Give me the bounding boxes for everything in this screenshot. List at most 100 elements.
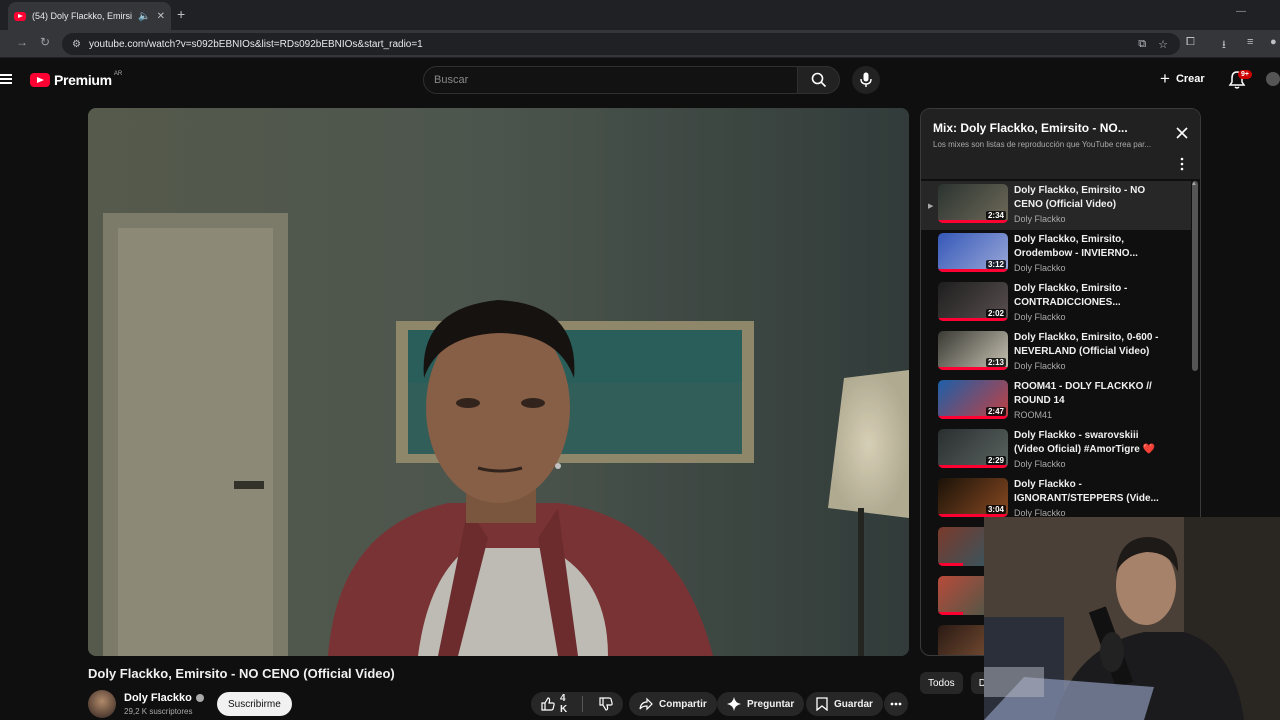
create-button[interactable]: + Crear <box>1160 70 1205 87</box>
like-button[interactable]: 4 K <box>531 692 576 716</box>
like-count: 4 K <box>560 693 568 715</box>
youtube-premium-logo[interactable]: Premium AR <box>30 71 123 88</box>
playlist-title[interactable]: Mix: Doly Flackko, Emirsito - NO... <box>933 121 1128 135</box>
channel-name-text: Doly Flackko <box>124 692 192 704</box>
playlist-item[interactable]: 2:29 Doly Flackko - swarovskiii (Video Of… <box>921 426 1191 475</box>
bookmark-icon <box>816 697 828 711</box>
playlist-item-channel: Doly Flackko <box>1014 459 1066 469</box>
playlist-item-channel: Doly Flackko <box>1014 361 1066 371</box>
reload-icon[interactable]: ↻ <box>40 35 50 49</box>
duration-badge: 2:34 <box>985 211 1006 220</box>
profile-icon[interactable]: ● <box>1270 36 1277 48</box>
tab-title: (54) Doly Flackko, Emirsito <box>32 11 133 21</box>
playlist-item-info: Doly Flackko, Emirsito, Orodembow - INVI… <box>1014 233 1164 273</box>
youtube-header: Premium AR + Crear <box>0 58 1280 102</box>
playlist-item[interactable]: 2:02 Doly Flackko, Emirsito - CONTRADICCI… <box>921 279 1191 328</box>
video-title: Doly Flackko, Emirsito - NO CENO (Offici… <box>88 666 395 681</box>
playlist-thumbnail[interactable]: 2:34 <box>938 184 1008 223</box>
playlist-item-title: ROOM41 - DOLY FLACKKO // ROUND 14 <box>1014 381 1152 406</box>
thumbs-down-icon <box>599 697 613 711</box>
playlist-thumbnail[interactable]: 2:13 <box>938 331 1008 370</box>
playlist-item[interactable]: 2:47 ROOM41 - DOLY FLACKKO // ROUND 14 ROO… <box>921 377 1191 426</box>
video-player[interactable] <box>88 108 909 656</box>
watch-progress-bar <box>938 318 1008 321</box>
youtube-favicon-icon <box>14 11 26 21</box>
search-icon <box>811 72 826 88</box>
more-horizontal-icon <box>890 702 902 706</box>
watch-progress-bar <box>938 416 1008 419</box>
playlist-item-info: Doly Flackko - swarovskiii (Video Oficia… <box>1014 429 1164 469</box>
share-icon <box>639 697 653 711</box>
site-info-icon[interactable]: ⚙ <box>72 39 81 50</box>
subscriber-count: 29,2 K suscriptores <box>124 707 193 716</box>
playlist-item-channel: Doly Flackko <box>1014 263 1066 273</box>
new-tab-icon[interactable]: + <box>177 6 185 22</box>
share-label: Compartir <box>659 698 707 710</box>
speaker-icon[interactable]: 🔈 <box>138 11 150 22</box>
dislike-button[interactable] <box>589 692 623 716</box>
playlist-thumbnail[interactable]: 3:12 <box>938 233 1008 272</box>
filter-chips: Todos D <box>920 672 994 694</box>
download-icon[interactable]: ⭳ <box>1222 36 1226 55</box>
region-code: AR <box>113 71 123 77</box>
webcam-image <box>984 517 1280 720</box>
sparkle-icon <box>727 697 741 711</box>
watch-progress-bar <box>938 465 1008 468</box>
duration-badge: 2:47 <box>985 407 1006 416</box>
playlist-item-info: Doly Flackko, Emirsito, 0-600 - NEVERLAN… <box>1014 331 1164 371</box>
playlist-item[interactable]: ▶ 2:34 Doly Flackko, Emirsito - NO CENO (O… <box>921 181 1191 230</box>
address-bar[interactable]: ⚙ youtube.com/watch?v=s092bEBNIOs&list=R… <box>62 33 1180 55</box>
webcam-overlay <box>984 517 1280 720</box>
create-label: Crear <box>1175 72 1205 85</box>
account-avatar[interactable] <box>1266 72 1280 86</box>
voice-search-button[interactable] <box>852 66 880 94</box>
browser-tab-bar: (54) Doly Flackko, Emirsito 🔈 ✕ + — <box>0 0 1280 30</box>
search-button[interactable] <box>797 66 840 94</box>
playlist-thumbnail[interactable]: 2:29 <box>938 429 1008 468</box>
close-playlist-icon[interactable] <box>1175 126 1189 140</box>
minimize-icon[interactable]: — <box>1236 6 1246 17</box>
browser-tab[interactable]: (54) Doly Flackko, Emirsito 🔈 ✕ <box>8 2 171 30</box>
bookmark-star-icon[interactable]: ☆ <box>1158 38 1168 51</box>
video-frame <box>88 108 909 656</box>
watch-progress-bar <box>938 612 963 615</box>
subscribe-button[interactable]: Suscribirme <box>217 692 292 716</box>
save-label: Guardar <box>834 698 873 710</box>
channel-name[interactable]: Doly Flackko <box>124 692 204 704</box>
channel-avatar[interactable] <box>88 690 116 718</box>
playlist-item-channel: Doly Flackko <box>1014 312 1066 322</box>
reading-list-icon[interactable]: ≡ <box>1247 36 1253 48</box>
notification-badge: 9+ <box>1238 70 1252 79</box>
search-input[interactable] <box>434 74 797 86</box>
scroll-up-arrow-icon[interactable]: ▲ <box>1191 181 1197 187</box>
playlist-item[interactable]: 2:13 Doly Flackko, Emirsito, 0-600 - NEVE… <box>921 328 1191 377</box>
hamburger-menu-icon[interactable] <box>0 74 12 84</box>
save-button[interactable]: Guardar <box>806 692 883 716</box>
verified-icon <box>195 694 204 702</box>
playlist-subtitle: Los mixes son listas de reproducción que… <box>933 140 1152 149</box>
playlist-thumbnail[interactable]: 2:47 <box>938 380 1008 419</box>
tab-close-icon[interactable]: ✕ <box>157 11 165 22</box>
playlist-item-title: Doly Flackko, Emirsito - CONTRADICCIONES… <box>1014 283 1128 308</box>
duration-badge: 2:02 <box>985 309 1006 318</box>
more-actions-button[interactable] <box>884 692 908 716</box>
extensions-icon[interactable]: ⧠ <box>1186 36 1195 49</box>
forward-icon[interactable]: → <box>16 35 28 49</box>
playlist-thumbnail[interactable]: 2:02 <box>938 282 1008 321</box>
playlist-thumbnail[interactable]: 3:04 <box>938 478 1008 517</box>
microphone-icon <box>860 72 872 87</box>
playlist-scrollbar[interactable] <box>1192 181 1198 371</box>
duration-badge: 3:04 <box>985 505 1006 514</box>
browser-toolbar: → ↻ ⚙ youtube.com/watch?v=s092bEBNIOs&li… <box>0 30 1280 58</box>
playlist-header: Mix: Doly Flackko, Emirsito - NO... Los … <box>921 109 1200 179</box>
more-vertical-icon[interactable] <box>1179 157 1185 171</box>
share-button[interactable]: Compartir <box>629 692 717 716</box>
playlist-item-info: Doly Flackko, Emirsito - CONTRADICCIONES… <box>1014 282 1164 322</box>
playlist-item-info: Doly Flackko, Emirsito - NO CENO (Offici… <box>1014 184 1164 224</box>
playlist-item[interactable]: 3:12 Doly Flackko, Emirsito, Orodembow - … <box>921 230 1191 279</box>
chip-todos[interactable]: Todos <box>920 672 963 694</box>
install-app-icon[interactable]: ⧉ <box>1138 38 1146 51</box>
duration-badge: 2:29 <box>985 456 1006 465</box>
watch-progress-bar <box>938 269 1008 272</box>
ask-button[interactable]: Preguntar <box>717 692 805 716</box>
